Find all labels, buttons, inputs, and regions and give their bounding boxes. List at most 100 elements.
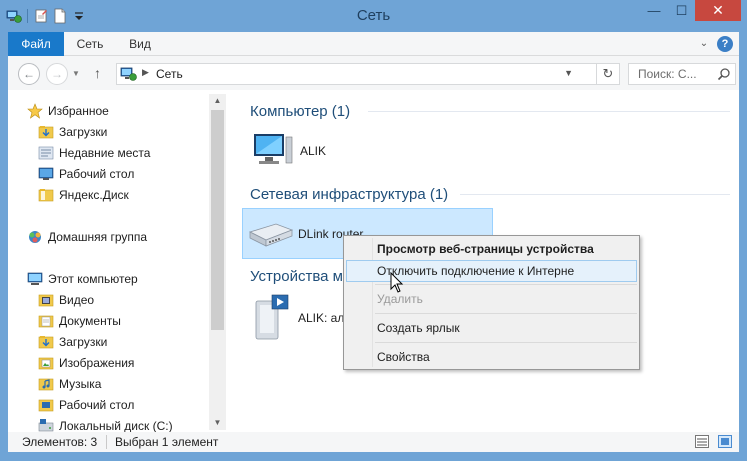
downloads-folder-icon <box>38 126 54 139</box>
network-icon <box>120 67 137 81</box>
sidebar-item-label: Локальный диск (C:) <box>59 419 173 432</box>
address-bar[interactable]: ▶ Сеть ▼ <box>116 63 598 85</box>
maximize-button[interactable]: ☐ <box>668 0 695 21</box>
sidebar-item-label: Загрузки <box>59 125 108 139</box>
sidebar-item-label: Изображения <box>59 356 135 370</box>
group-title: Компьютер (1) <box>250 102 351 120</box>
group-divider <box>460 194 730 195</box>
sidebar-item-label: Рабочий стол <box>59 398 135 412</box>
search-input[interactable] <box>629 64 713 84</box>
sidebar-item-label: Домашняя группа <box>48 230 148 244</box>
help-icon[interactable]: ? <box>717 36 733 52</box>
sidebar-item-documents[interactable]: Документы <box>38 311 121 331</box>
sidebar-item-videos[interactable]: Видео <box>38 290 94 310</box>
ribbon-tabs: Файл Сеть Вид ⌄ ? <box>8 32 739 56</box>
documents-folder-icon <box>38 315 54 328</box>
group-title: Сетевая инфраструктура (1) <box>250 185 449 203</box>
tab-network[interactable]: Сеть <box>70 32 110 56</box>
sidebar-item-label: Документы <box>59 314 121 328</box>
minimize-button[interactable]: — <box>640 0 668 21</box>
scroll-down-icon[interactable]: ▼ <box>209 416 226 430</box>
sidebar-item-desktop[interactable]: Рабочий стол <box>38 164 134 184</box>
star-icon <box>27 103 43 119</box>
folder-icon <box>38 189 54 202</box>
tab-view[interactable]: Вид <box>120 32 160 56</box>
group-title: Устройства м <box>250 267 343 285</box>
minimize-icon: — <box>647 3 661 18</box>
scroll-up-icon[interactable]: ▲ <box>209 94 226 108</box>
device-name: ALIK: ал <box>298 311 345 325</box>
computer-icon <box>27 272 43 285</box>
group-header-computers[interactable]: Компьютер (1) <box>250 100 730 122</box>
sidebar-item-music[interactable]: Музыка <box>38 374 101 394</box>
sidebar-item-favorites[interactable]: Избранное <box>27 101 109 121</box>
device-name: ALIK <box>300 144 327 158</box>
close-button[interactable]: ✕ <box>695 0 741 21</box>
computer-icon <box>254 134 293 164</box>
title-bar: Сеть — ☐ ✕ <box>0 0 747 32</box>
device-computer[interactable]: ALIK <box>244 128 364 174</box>
close-icon: ✕ <box>712 2 724 18</box>
details-view-icon[interactable] <box>695 435 709 448</box>
videos-folder-icon <box>38 294 54 307</box>
sidebar-item-downloads-2[interactable]: Загрузки <box>38 332 107 352</box>
menu-item-create-shortcut[interactable]: Создать ярлык <box>346 317 637 339</box>
sidebar-item-recent-places[interactable]: Недавние места <box>38 143 150 163</box>
group-header-infrastructure[interactable]: Сетевая инфраструктура (1) <box>250 183 730 205</box>
sidebar-item-yandex-disk[interactable]: Яндекс.Диск <box>38 185 129 205</box>
homegroup-icon <box>29 231 41 243</box>
sidebar-item-label: Избранное <box>48 104 109 118</box>
sidebar-item-pictures[interactable]: Изображения <box>38 353 134 373</box>
sidebar-item-downloads[interactable]: Загрузки <box>38 122 107 142</box>
status-selection: Выбран 1 элемент <box>115 435 219 449</box>
arrow-left-icon: ← <box>23 67 35 81</box>
sidebar-item-homegroup[interactable]: Домашняя группа <box>27 227 147 247</box>
sidebar-item-local-disk[interactable]: Локальный диск (C:) <box>38 416 173 432</box>
back-button[interactable]: ← <box>18 63 40 85</box>
sidebar-item-label: Загрузки <box>59 335 108 349</box>
downloads-folder-icon <box>38 336 54 349</box>
refresh-button[interactable]: ↻ <box>596 63 620 85</box>
menu-item-view-device-webpage[interactable]: Просмотр веб-страницы устройства <box>346 238 637 260</box>
desktop-icon <box>38 167 54 180</box>
navigation-pane: Избранное Загрузки Недавние места Рабочи… <box>8 90 228 432</box>
media-device-icon <box>255 294 289 340</box>
device-media[interactable]: ALIK: ал <box>244 290 354 346</box>
up-button[interactable]: ↑ <box>94 65 101 81</box>
explorer-window: Сеть — ☐ ✕ Файл Сеть Вид ⌄ ? ← → ▼ ↑ ▶ С… <box>0 0 747 461</box>
forward-button[interactable]: → <box>46 63 68 85</box>
expand-ribbon-icon[interactable]: ⌄ <box>697 37 711 51</box>
scrollbar-thumb[interactable] <box>211 110 224 330</box>
breadcrumb-separator-icon: ▶ <box>142 67 149 77</box>
recent-locations-dropdown[interactable]: ▼ <box>72 69 80 78</box>
drive-icon <box>38 419 54 432</box>
navigation-bar: ← → ▼ ↑ ▶ Сеть ▼ ↻ <box>8 56 739 90</box>
search-box[interactable] <box>628 63 736 85</box>
menu-separator <box>375 342 637 343</box>
menu-separator <box>375 313 637 314</box>
sidebar-scrollbar[interactable]: ▲ ▼ <box>209 94 226 430</box>
search-icon[interactable] <box>717 67 731 81</box>
address-dropdown-icon[interactable]: ▼ <box>564 68 573 78</box>
menu-item-properties[interactable]: Свойства <box>346 346 637 368</box>
group-divider <box>368 111 730 112</box>
sidebar-item-label: Видео <box>59 293 95 307</box>
tab-file[interactable]: Файл <box>8 32 64 56</box>
sidebar-item-desktop-2[interactable]: Рабочий стол <box>38 395 134 415</box>
status-item-count: Элементов: 3 <box>22 435 98 449</box>
status-bar: Элементов: 3 Выбран 1 элемент <box>8 432 739 452</box>
window-title: Сеть <box>356 7 391 24</box>
sidebar-item-this-computer[interactable]: Этот компьютер <box>27 269 138 289</box>
sidebar-item-label: Музыка <box>59 377 102 391</box>
menu-separator <box>375 284 637 285</box>
address-path[interactable]: Сеть <box>156 67 183 81</box>
status-divider <box>106 435 107 449</box>
sidebar-item-label: Рабочий стол <box>59 167 135 181</box>
large-icons-view-icon[interactable] <box>718 435 732 448</box>
arrow-right-icon: → <box>51 67 63 81</box>
desktop-icon <box>38 399 54 412</box>
pictures-folder-icon <box>38 357 54 370</box>
context-menu: Просмотр веб-страницы устройства Отключи… <box>343 235 640 370</box>
sidebar-item-label: Яндекс.Диск <box>59 188 129 202</box>
sidebar-item-label: Недавние места <box>59 146 151 160</box>
